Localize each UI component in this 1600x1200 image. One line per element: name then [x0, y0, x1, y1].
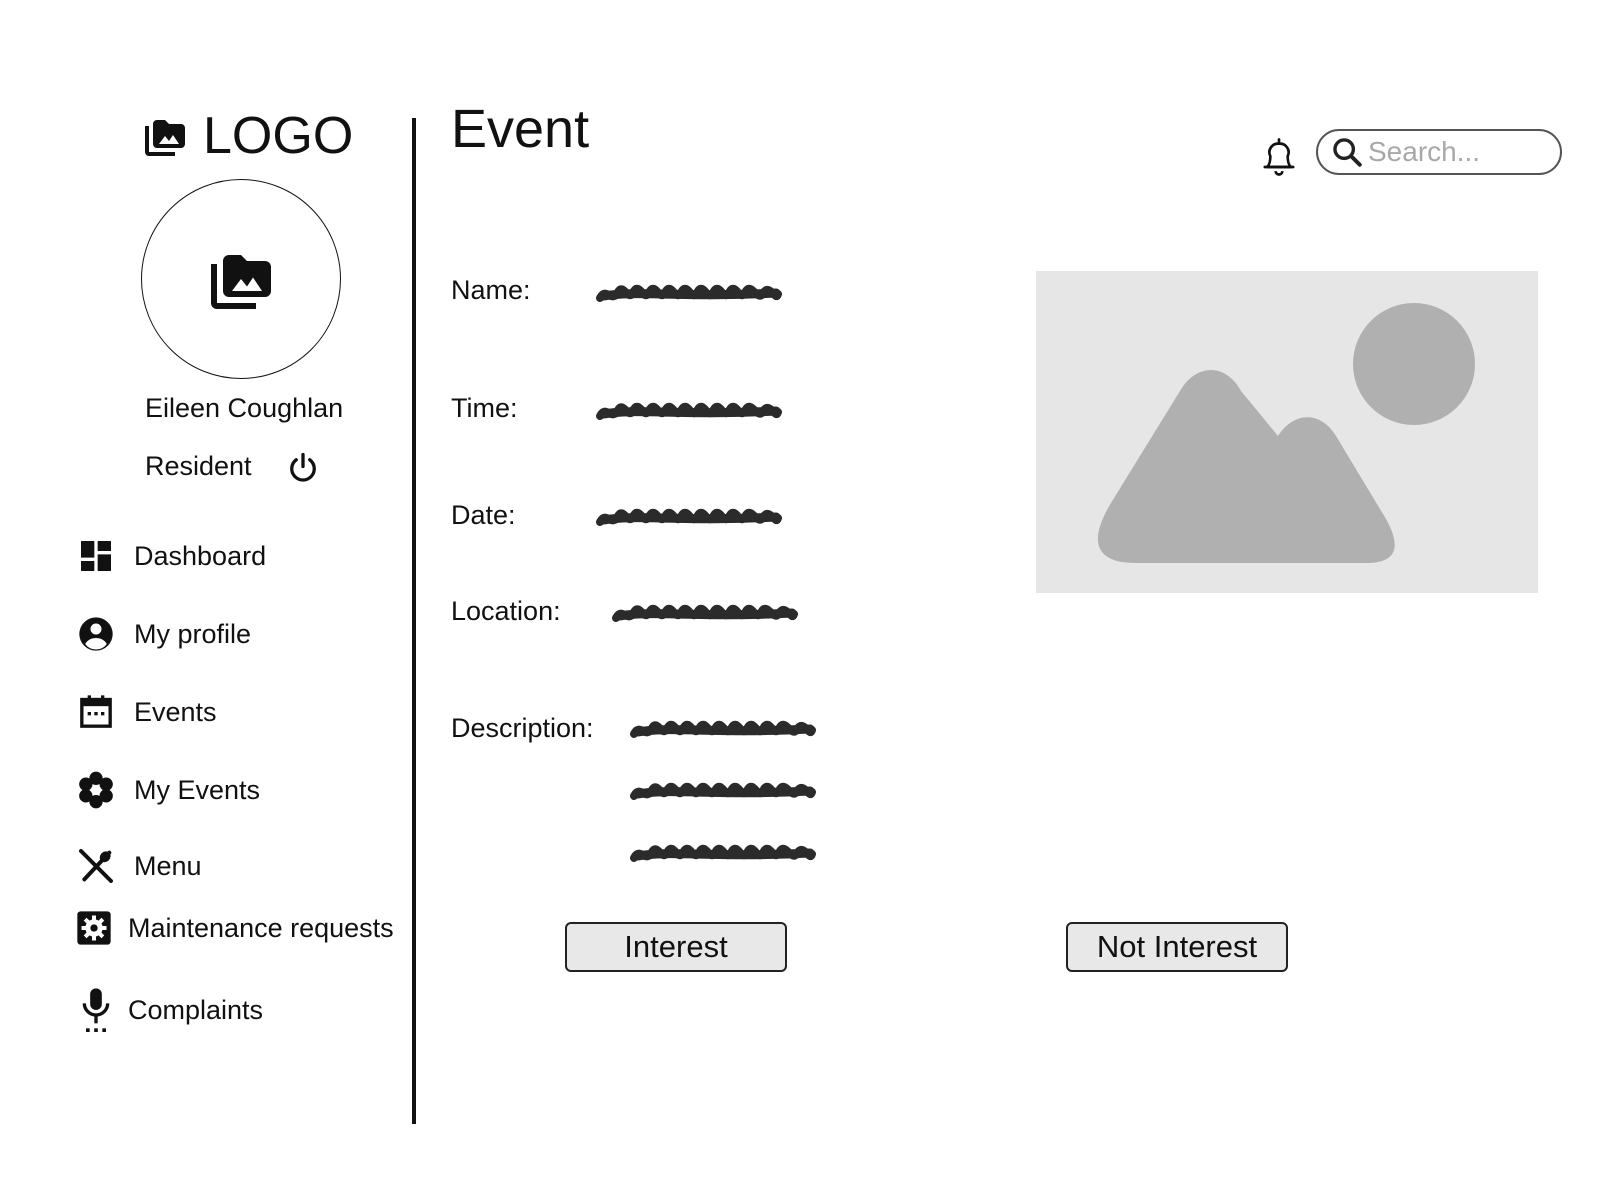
search-box[interactable]	[1316, 129, 1562, 175]
microphone-icon	[76, 984, 116, 1036]
sidebar-item-complaints[interactable]: Complaints	[76, 984, 263, 1036]
settings-gear-icon	[74, 908, 114, 948]
bell-icon	[1263, 138, 1295, 176]
field-label-location: Location:	[451, 596, 561, 626]
event-image	[1036, 271, 1538, 593]
search-icon[interactable]	[1330, 135, 1364, 169]
sidebar-item-my-profile[interactable]: My profile	[76, 614, 251, 654]
redacted-value	[628, 712, 818, 746]
sidebar-item-maintenance-requests[interactable]: Maintenance requests	[74, 908, 394, 948]
avatar[interactable]	[141, 179, 341, 379]
redacted-value	[628, 774, 818, 808]
interest-button[interactable]: Interest	[565, 922, 787, 972]
redacted-value	[610, 596, 800, 630]
sidebar-item-label: Events	[134, 696, 217, 727]
sidebar-item-label: Menu	[134, 850, 202, 881]
image-placeholder-icon	[1097, 303, 1475, 563]
sidebar-item-menu[interactable]: Menu	[76, 846, 202, 886]
account-circle-icon	[76, 614, 116, 654]
sidebar-item-label: My Events	[134, 774, 261, 805]
logo[interactable]: LOGO	[139, 108, 353, 164]
sidebar-item-label: Dashboard	[134, 540, 267, 571]
field-label-description: Description:	[451, 713, 594, 743]
field-label-date: Date:	[451, 500, 516, 530]
calendar-icon	[76, 692, 116, 732]
flower-icon	[76, 770, 116, 810]
user-role: Resident	[145, 451, 252, 481]
sidebar-item-events[interactable]: Events	[76, 692, 217, 732]
sidebar-item-dashboard[interactable]: Dashboard	[76, 536, 266, 576]
sidebar-item-my-events[interactable]: My Events	[76, 770, 260, 810]
field-label-time: Time:	[451, 393, 518, 423]
redacted-value	[594, 394, 784, 428]
dashboard-icon	[76, 536, 116, 576]
sidebar-item-label: Complaints	[128, 994, 264, 1025]
page-title: Event	[451, 99, 590, 159]
sidebar-item-label: Maintenance requests	[128, 912, 394, 943]
search-input[interactable]	[1368, 136, 1553, 168]
not-interest-button[interactable]: Not Interest	[1066, 922, 1288, 972]
sidebar-divider	[412, 118, 416, 1124]
photo-library-icon	[201, 243, 281, 315]
photo-library-icon	[139, 112, 191, 160]
sidebar-item-label: My profile	[134, 618, 252, 649]
redacted-value	[628, 836, 818, 870]
redacted-value	[594, 500, 784, 534]
power-icon	[290, 452, 316, 482]
notifications-button[interactable]	[1259, 135, 1299, 184]
utensils-icon	[76, 846, 116, 886]
logo-text: LOGO	[203, 107, 354, 165]
field-label-name: Name:	[451, 275, 531, 305]
logout-button[interactable]	[285, 450, 321, 491]
redacted-value	[594, 276, 784, 310]
user-name: Eileen Coughlan	[145, 393, 344, 423]
